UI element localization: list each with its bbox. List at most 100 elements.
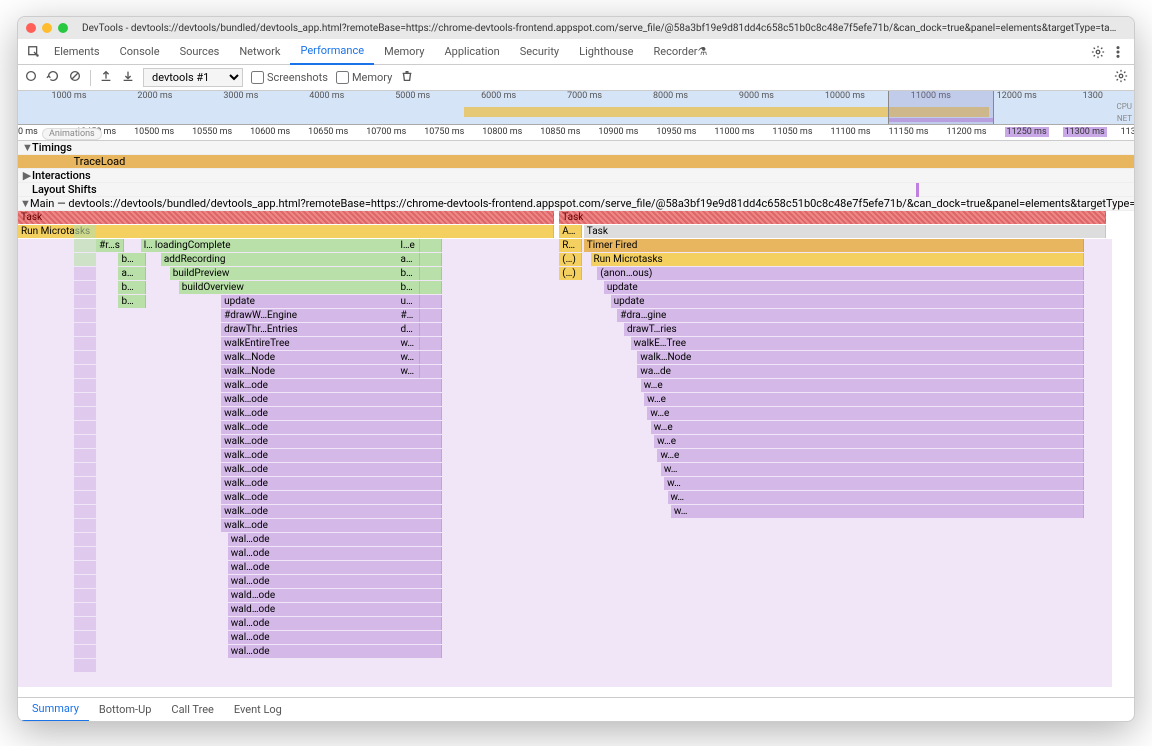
tab-sources[interactable]: Sources	[170, 39, 230, 65]
flame-entry[interactable]: walk…ode	[221, 407, 442, 420]
details-tab-bottom-up[interactable]: Bottom-Up	[89, 698, 162, 722]
flame-entry[interactable]: w…e	[641, 379, 1084, 392]
flame-entry[interactable]: walk…ode	[221, 379, 442, 392]
flame-entry[interactable]: wal…ode	[228, 575, 442, 588]
tab-lighthouse[interactable]: Lighthouse	[569, 39, 643, 65]
flame-entry[interactable]: (…)	[559, 253, 581, 266]
delete-icon[interactable]	[400, 69, 414, 86]
flame-entry[interactable]: walk…ode	[221, 505, 442, 518]
flame-chart[interactable]: TaskTaskRun MicrotasksA…Task#r…sl…eloadi…	[18, 211, 1134, 697]
flame-entry[interactable]: update	[611, 295, 1084, 308]
flame-entry[interactable]: w…e	[651, 421, 1084, 434]
timeline-overview[interactable]: 1000 ms2000 ms3000 ms4000 ms5000 ms6000 …	[18, 91, 1134, 125]
more-icon[interactable]	[1108, 42, 1128, 62]
flame-entry[interactable]: b…	[397, 267, 419, 280]
flame-entry[interactable]: #…	[397, 309, 419, 322]
tab-performance[interactable]: Performance	[290, 39, 374, 65]
interactions-header[interactable]: ▶Interactions	[18, 169, 1134, 183]
tab-console[interactable]: Console	[110, 39, 170, 65]
flame-entry[interactable]: walk…ode	[221, 449, 442, 462]
flame-entry[interactable]: walk…Node	[637, 351, 1083, 364]
details-tab-summary[interactable]: Summary	[22, 698, 89, 722]
flame-entry[interactable]: #r…s	[96, 239, 124, 252]
time-ruler[interactable]: 0 ms10450 ms10500 ms10550 ms10600 ms1065…	[18, 125, 1134, 141]
flame-entry[interactable]: walk…ode	[221, 393, 442, 406]
flame-entry[interactable]: u…	[397, 295, 419, 308]
details-tab-event-log[interactable]: Event Log	[224, 698, 292, 722]
collapse-icon[interactable]: ▼	[20, 197, 30, 210]
flame-entry[interactable]: walk…ode	[221, 435, 442, 448]
reload-icon[interactable]	[46, 69, 60, 86]
inspect-icon[interactable]	[24, 42, 44, 62]
memory-checkbox[interactable]: Memory	[336, 71, 392, 84]
flame-entry[interactable]: update	[604, 281, 1084, 294]
flame-entry[interactable]: l…e	[397, 239, 419, 252]
flame-entry[interactable]: walk…ode	[221, 519, 442, 532]
flame-entry[interactable]: walk…ode	[221, 491, 442, 504]
flame-entry[interactable]: Timer Fired	[584, 239, 1084, 252]
upload-icon[interactable]	[99, 69, 113, 86]
flame-entry[interactable]: Task	[584, 225, 1106, 238]
flame-entry[interactable]: w…	[664, 477, 1084, 490]
flame-entry[interactable]: A…	[559, 225, 581, 238]
flame-entry[interactable]: Task	[559, 211, 1106, 224]
zoom-icon[interactable]	[58, 23, 68, 33]
close-icon[interactable]	[26, 23, 36, 33]
flame-entry[interactable]: w…	[671, 505, 1084, 518]
flame-entry[interactable]: Run Microtasks	[18, 225, 554, 238]
target-selector[interactable]: devtools #1	[143, 68, 243, 87]
flame-entry[interactable]: wal…ode	[228, 533, 442, 546]
flame-entry[interactable]: b…	[397, 281, 419, 294]
flame-entry[interactable]: w…	[397, 365, 419, 378]
details-tab-call-tree[interactable]: Call Tree	[161, 698, 223, 722]
flame-entry[interactable]: wal…ode	[228, 617, 442, 630]
tab-elements[interactable]: Elements	[44, 39, 110, 65]
flame-entry[interactable]: walk…ode	[221, 421, 442, 434]
flame-entry[interactable]: walk…ode	[221, 477, 442, 490]
collapse-icon[interactable]: ▼	[22, 141, 32, 154]
flame-entry[interactable]: wal…ode	[228, 561, 442, 574]
flame-entry[interactable]: Run Microtasks	[591, 253, 1084, 266]
flame-entry[interactable]: wald…ode	[228, 603, 442, 616]
flame-entry[interactable]: wa…de	[637, 365, 1083, 378]
flame-entry[interactable]: walk…ode	[221, 463, 442, 476]
flame-entry[interactable]: wal…ode	[228, 547, 442, 560]
clear-icon[interactable]	[68, 69, 82, 86]
flame-entry[interactable]: b…	[118, 295, 146, 308]
record-icon[interactable]	[24, 69, 38, 86]
flame-entry[interactable]: wal…ode	[228, 631, 442, 644]
minimize-icon[interactable]	[42, 23, 52, 33]
flame-entry[interactable]: drawT…ries	[624, 323, 1084, 336]
flame-entry[interactable]: (…)	[559, 267, 581, 280]
tab-security[interactable]: Security	[510, 39, 569, 65]
tab-recorder[interactable]: Recorder ⚗	[643, 39, 717, 65]
timings-header[interactable]: ▼Timings	[18, 141, 1134, 155]
flame-entry[interactable]: w…	[397, 337, 419, 350]
flame-entry[interactable]: Task	[18, 211, 554, 224]
settings-icon[interactable]	[1088, 42, 1108, 62]
flame-entry[interactable]: w…	[668, 491, 1084, 504]
download-icon[interactable]	[121, 69, 135, 86]
flame-entry[interactable]: b…	[118, 253, 146, 266]
flame-entry[interactable]: w…e	[657, 449, 1083, 462]
flame-entry[interactable]: d…	[397, 323, 419, 336]
flame-entry[interactable]: #dra…gine	[617, 309, 1083, 322]
traceload-row[interactable]: TraceLoadTraceLoad	[18, 155, 1134, 169]
main-thread-header[interactable]: ▼Main — devtools://devtools/bundled/devt…	[18, 197, 1134, 211]
tab-application[interactable]: Application	[434, 39, 509, 65]
tab-network[interactable]: Network	[229, 39, 290, 65]
flame-entry[interactable]: wald…ode	[228, 589, 442, 602]
expand-icon[interactable]: ▶	[22, 169, 32, 182]
flame-entry[interactable]: b…	[118, 281, 146, 294]
flame-entry[interactable]: w…e	[647, 407, 1083, 420]
flame-entry[interactable]: wal…ode	[228, 645, 442, 658]
flame-entry[interactable]: w…	[397, 351, 419, 364]
layout-shifts-header[interactable]: Layout Shifts	[18, 183, 1134, 197]
perf-settings-icon[interactable]	[1114, 69, 1128, 86]
flame-entry[interactable]: R…	[559, 239, 581, 252]
flame-entry[interactable]: (anon…ous)	[597, 267, 1084, 280]
flame-entry[interactable]: w…	[661, 463, 1084, 476]
flame-entry[interactable]: w…e	[654, 435, 1084, 448]
flame-entry[interactable]: a…	[397, 253, 419, 266]
flame-entry[interactable]: w…e	[644, 393, 1084, 406]
